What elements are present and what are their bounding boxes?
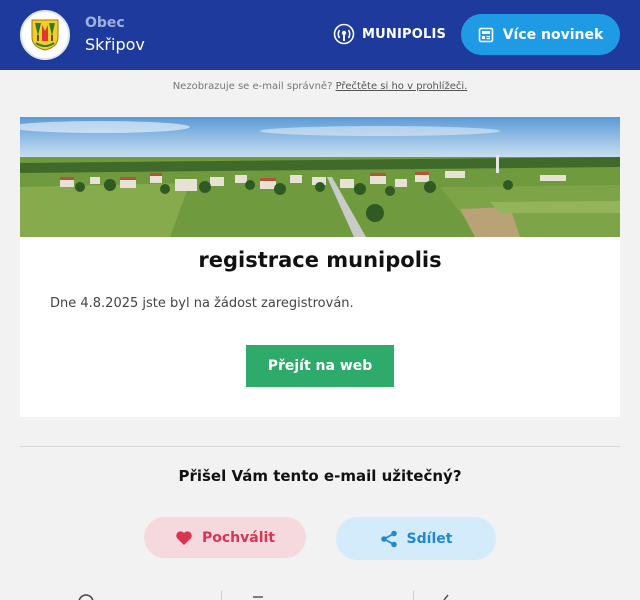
feedback-question: Přišel Vám tento e-mail užitečný?: [178, 467, 462, 485]
share-button[interactable]: Sdílet: [336, 517, 496, 560]
preheader: Nezobrazuje se e-mail správně? Přečtěte …: [0, 81, 640, 92]
more-news-button[interactable]: Více novinek: [461, 14, 620, 55]
municipality-name: Skřipov: [85, 35, 145, 54]
heart-icon: [176, 530, 192, 545]
hero-image: [20, 117, 620, 237]
footer-separator: [413, 591, 414, 600]
village-aerial-photo: [20, 117, 620, 237]
header-bar: Obec Skřipov MUNIPOLIS Více novinek: [0, 0, 640, 70]
more-news-label: Více novinek: [502, 26, 604, 43]
article-title: registrace munipolis: [198, 248, 442, 272]
share-icon: [380, 530, 397, 547]
brand-name: MUNIPOLIS: [362, 26, 447, 42]
coat-of-arms-icon: [31, 19, 59, 51]
newspaper-icon: [478, 27, 494, 42]
praise-label: Pochválit: [201, 529, 275, 546]
section-divider: [20, 446, 620, 447]
municipality-kind: Obec: [85, 15, 125, 31]
share-label: Sdílet: [406, 530, 453, 547]
footer-document-icon[interactable]: [252, 594, 264, 600]
view-in-browser-link[interactable]: Přečtěte si ho v prohlížeči.: [336, 81, 468, 92]
praise-button[interactable]: Pochválit: [144, 517, 306, 558]
coat-of-arms-logo[interactable]: [20, 10, 70, 60]
munipolis-logo-icon: [333, 23, 355, 45]
article-body: Dne 4.8.2025 jste byl na žádost zaregist…: [50, 296, 354, 311]
munipolis-brand[interactable]: MUNIPOLIS: [333, 23, 446, 45]
footer-separator: [221, 591, 222, 600]
go-to-web-button[interactable]: Přejít na web: [246, 345, 394, 387]
footer-info-icon[interactable]: [78, 594, 94, 600]
footer-link-icon[interactable]: [442, 594, 450, 600]
preheader-text: Nezobrazuje se e-mail správně?: [172, 81, 333, 92]
